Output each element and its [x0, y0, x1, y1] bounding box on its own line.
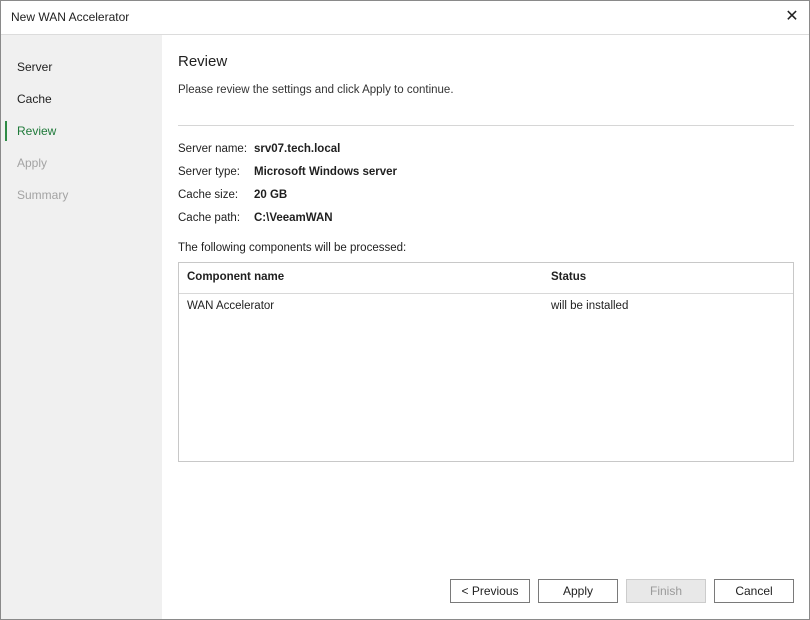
cancel-button[interactable]: Cancel	[714, 579, 794, 603]
components-caption: The following components will be process…	[178, 242, 407, 254]
cache-size-value: 20 GB	[254, 189, 288, 201]
server-type-value: Microsoft Windows server	[254, 166, 398, 178]
page-description: Please review the settings and click App…	[178, 84, 454, 96]
apply-button[interactable]: Apply	[538, 579, 618, 603]
table-header: Component name Status	[179, 263, 793, 294]
previous-button[interactable]: < Previous	[450, 579, 530, 603]
server-type-row: Server type: Microsoft Windows server	[178, 166, 397, 178]
review-panel: Review Please review the settings and cl…	[162, 35, 809, 619]
finish-button: Finish	[626, 579, 706, 603]
component-status-cell: will be installed	[551, 300, 629, 312]
step-cache[interactable]: Cache	[1, 87, 162, 111]
server-name-row: Server name: srv07.tech.local	[178, 143, 340, 155]
wizard-steps-sidebar: Server Cache Review Apply Summary	[1, 35, 162, 619]
step-server[interactable]: Server	[1, 55, 162, 79]
step-review[interactable]: Review	[1, 119, 162, 143]
header-divider	[178, 125, 794, 126]
column-header-component-name[interactable]: Component name	[187, 271, 284, 283]
wizard-window: New WAN Accelerator ✕ Server Cache Revie…	[0, 0, 810, 620]
server-name-value: srv07.tech.local	[254, 143, 341, 155]
server-name-label: Server name:	[178, 143, 248, 155]
cache-path-row: Cache path: C:\VeeamWAN	[178, 212, 333, 224]
table-row[interactable]: WAN Accelerator will be installed	[179, 294, 793, 318]
cache-path-value: C:\VeeamWAN	[254, 212, 333, 224]
cache-size-row: Cache size: 20 GB	[178, 189, 287, 201]
server-type-label: Server type:	[178, 166, 240, 178]
cache-path-label: Cache path:	[178, 212, 241, 224]
cache-size-label: Cache size:	[178, 189, 239, 201]
page-title: Review	[178, 53, 228, 70]
components-table[interactable]: Component name Status WAN Accelerator wi…	[178, 262, 794, 462]
close-icon[interactable]: ✕	[781, 6, 803, 28]
window-title: New WAN Accelerator	[11, 10, 130, 24]
component-name-cell: WAN Accelerator	[187, 300, 275, 312]
title-bar: New WAN Accelerator ✕	[1, 1, 809, 35]
step-apply: Apply	[17, 156, 48, 170]
step-summary: Summary	[17, 188, 69, 202]
column-header-status[interactable]: Status	[551, 271, 586, 283]
